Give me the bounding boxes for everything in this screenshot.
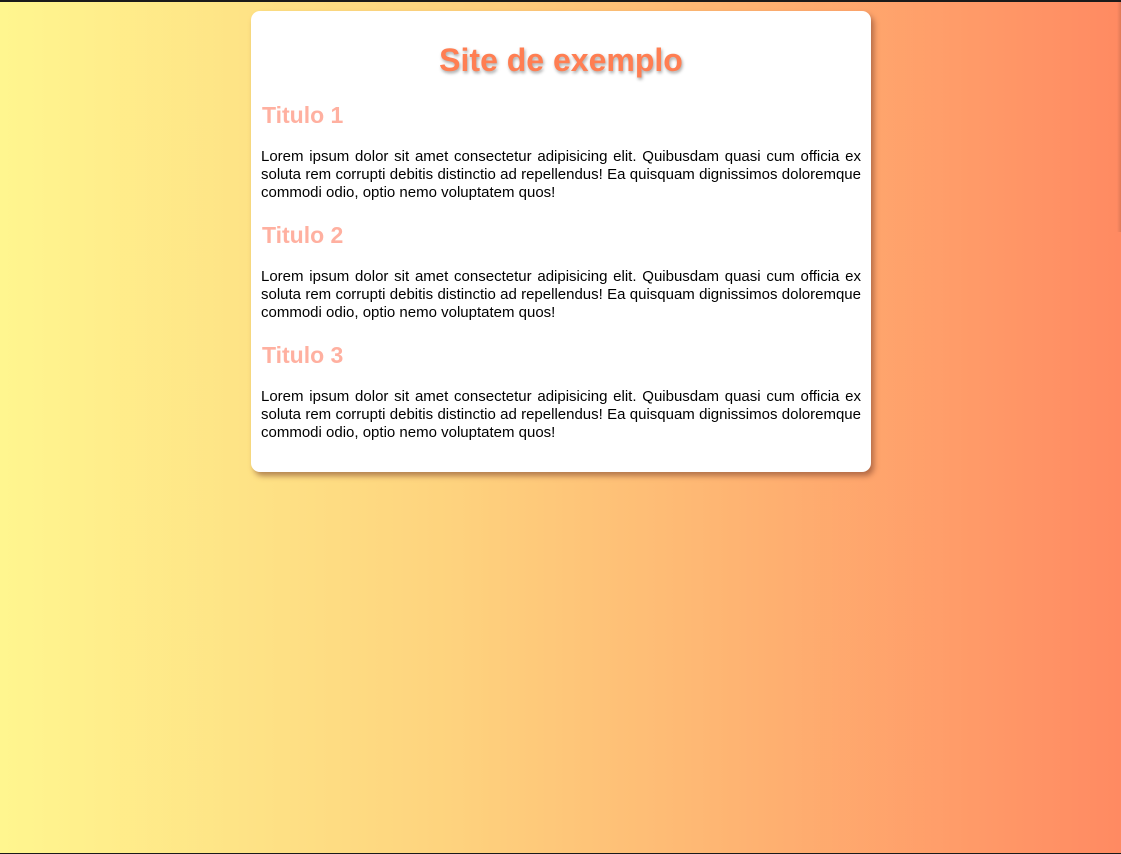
section-paragraph: Lorem ipsum dolor sit amet consectetur a… — [261, 148, 861, 201]
section-2: Titulo 2 Lorem ipsum dolor sit amet cons… — [261, 222, 861, 322]
window-top-border — [0, 0, 1121, 2]
section-heading: Titulo 3 — [262, 342, 344, 368]
section-paragraph: Lorem ipsum dolor sit amet consectetur a… — [261, 268, 861, 321]
section-1: Titulo 1 Lorem ipsum dolor sit amet cons… — [261, 102, 861, 202]
page-title: Site de exemplo — [439, 42, 683, 78]
section-heading: Titulo 1 — [262, 102, 344, 128]
content-card: Site de exemplo Titulo 1 Lorem ipsum dol… — [251, 11, 871, 472]
scrollbar-shadow — [1117, 2, 1121, 232]
section-3: Titulo 3 Lorem ipsum dolor sit amet cons… — [261, 342, 861, 442]
section-paragraph: Lorem ipsum dolor sit amet consectetur a… — [261, 388, 861, 441]
section-heading: Titulo 2 — [262, 222, 344, 248]
